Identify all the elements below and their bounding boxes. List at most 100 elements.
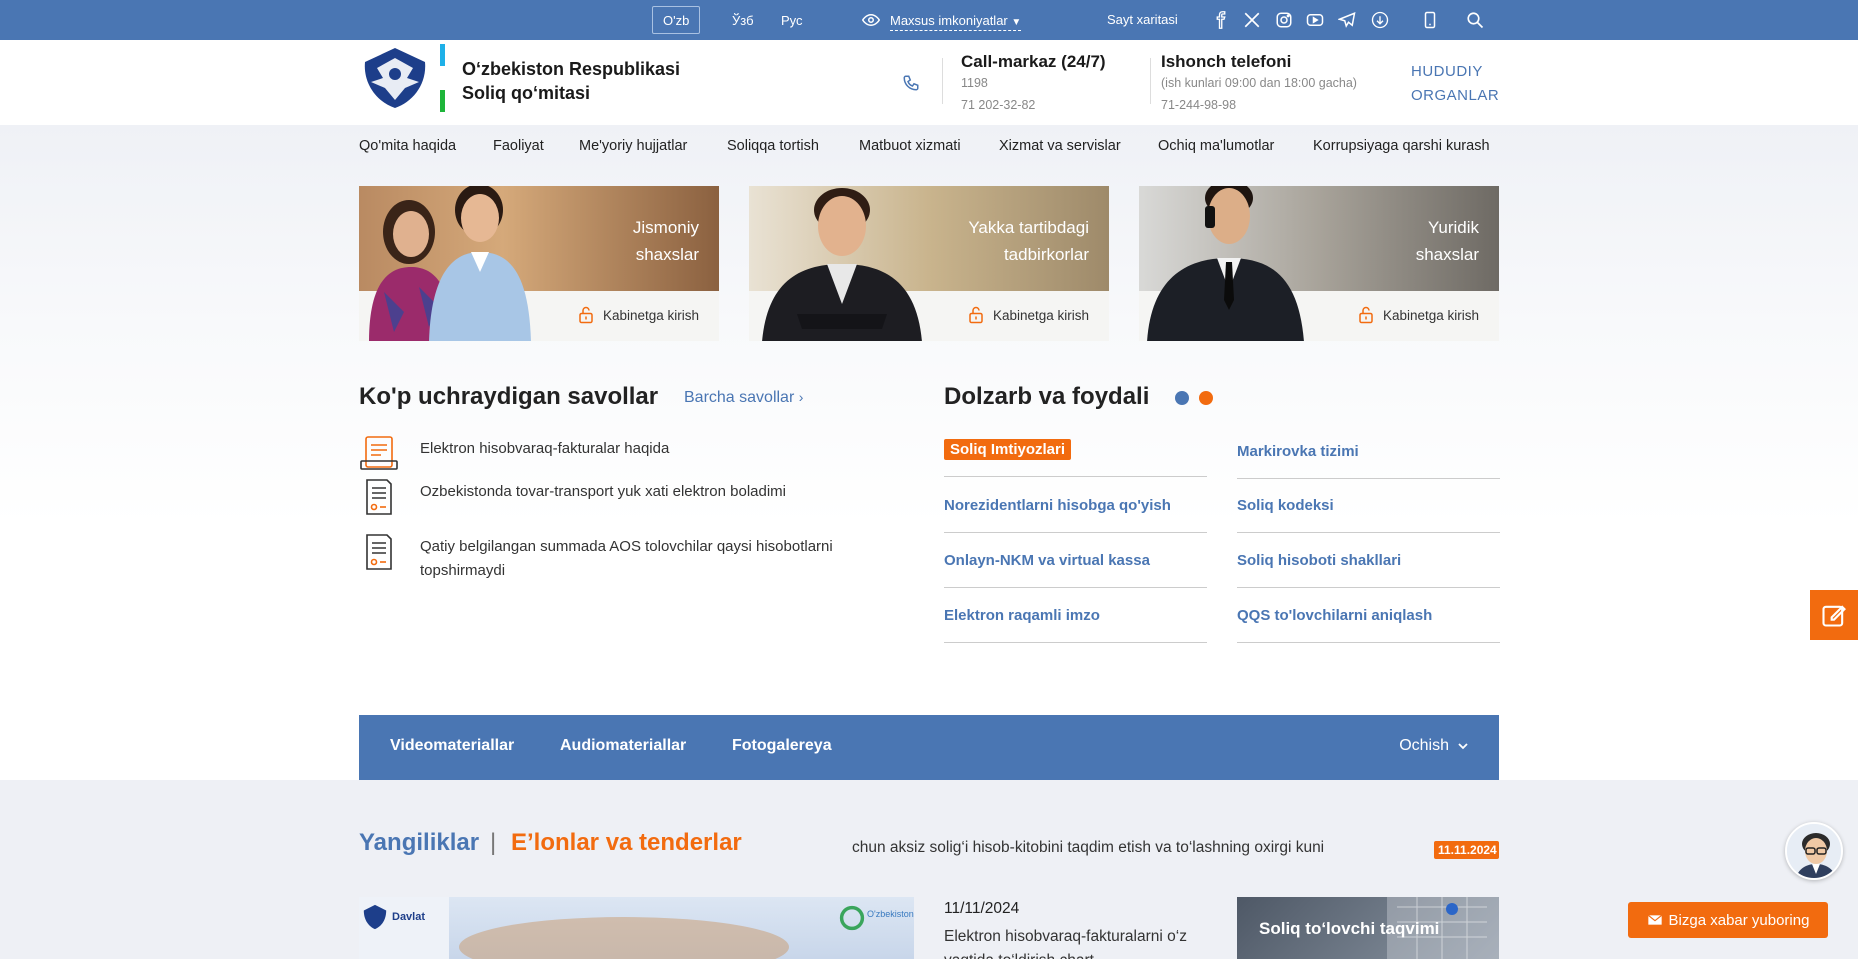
facebook-icon[interactable] <box>1211 10 1231 30</box>
useful-link-online-cash[interactable]: Onlayn-NKM va virtual kassa <box>944 552 1207 588</box>
nav-item-press[interactable]: Matbuot xizmati <box>859 138 961 154</box>
youtube-icon[interactable] <box>1305 10 1325 30</box>
accessibility-dropdown[interactable]: Maxsus imkoniyatlar ▼ <box>890 10 1022 31</box>
news-headline[interactable]: Elektron hisobvaraq-fakturalarni o‘z vaq… <box>944 925 1204 959</box>
x-icon[interactable] <box>1242 10 1262 30</box>
useful-link-e-signature[interactable]: Elektron raqamli imzo <box>944 607 1207 643</box>
news-date: 11/11/2024 <box>944 900 1020 917</box>
sitemap-link[interactable]: Sayt xaritasi <box>1107 0 1178 40</box>
person-image <box>757 186 927 341</box>
card-entrepreneurs[interactable]: Yakka tartibdagi tadbirkorlar Kabinetga … <box>749 186 1109 341</box>
document-icon <box>366 479 392 515</box>
call-center-short[interactable]: 1198 <box>961 76 988 90</box>
trust-phone-number[interactable]: 71-244-98-98 <box>1161 98 1236 112</box>
cabinet-login[interactable]: Kabinetga kirish <box>967 306 1089 324</box>
faq-item[interactable]: Ozbekistonda tovar-transport yuk xati el… <box>358 476 878 518</box>
useful-title: Dolzarb va foydali <box>944 383 1150 410</box>
card-legal-entities[interactable]: Yuridik shaxslar Kabinetga kirish <box>1139 186 1499 341</box>
emblem-logo[interactable] <box>357 44 433 110</box>
nav-item-committee[interactable]: Qo'mita haqida <box>359 138 456 154</box>
regional-organs-link[interactable]: HUDUDIY ORGANLAR <box>1411 60 1499 108</box>
card-caption: Jismoniy shaxslar <box>633 214 699 268</box>
media-open-toggle[interactable]: Ochish <box>1399 737 1469 755</box>
flag-stripe <box>440 44 445 112</box>
tab-announcements[interactable]: E’lonlar va tenderlar <box>511 829 742 857</box>
faq-text-line1: Ozbekistonda tovar-transport yuk xati el… <box>420 483 787 500</box>
media-tab-audio[interactable]: Audiomateriallar <box>560 737 686 755</box>
card-caption-line2: tadbirkorlar <box>1003 245 1089 264</box>
lock-icon <box>969 306 983 324</box>
chevron-right-icon: › <box>798 389 804 405</box>
federation-logo-icon <box>839 905 865 931</box>
faq-item[interactable]: Qatiy belgilangan summada AOS tolovchila… <box>358 531 878 583</box>
send-message-button[interactable]: Bizga xabar yuboring <box>1628 902 1828 938</box>
person-image <box>359 186 539 341</box>
lang-uz-latin[interactable]: O'zb <box>652 6 701 34</box>
tab-news[interactable]: Yangiliklar <box>359 829 479 857</box>
nav-item-services[interactable]: Xizmat va servislar <box>999 138 1121 154</box>
org-title[interactable]: O‘zbekiston Respublikasi Soliq qo‘mitasi <box>462 57 680 105</box>
useful-link-report-forms[interactable]: Soliq hisoboti shakllari <box>1237 552 1500 588</box>
lang-ru[interactable]: Рус <box>770 6 814 34</box>
card-caption-line1: Jismoniy <box>632 218 699 237</box>
send-message-label: Bizga xabar yuboring <box>1668 911 1810 929</box>
accessibility-label: Maxsus imkoniyatlar <box>890 13 1008 28</box>
org-title-line1: O‘zbekiston Respublikasi <box>462 59 681 79</box>
ok-icon[interactable] <box>1370 10 1390 30</box>
slider-dot-2[interactable] <box>1199 391 1213 405</box>
nav-item-anti-corruption[interactable]: Korrupsiyaga qarshi kurash <box>1313 138 1490 154</box>
mobile-icon[interactable] <box>1420 10 1440 30</box>
tab-separator: | <box>490 829 497 856</box>
call-center-phone[interactable]: 71 202-32-82 <box>961 98 1035 112</box>
call-center-title: Call-markaz (24/7) <box>961 52 1106 71</box>
see-all-questions-link[interactable]: Barcha savollar › <box>684 389 803 407</box>
cabinet-login[interactable]: Kabinetga kirish <box>577 306 699 324</box>
card-caption-line2: shaxslar <box>635 245 699 264</box>
chevron-down-icon: ▼ <box>1011 17 1022 28</box>
nav-item-open-data[interactable]: Ochiq ma'lumotlar <box>1158 138 1274 154</box>
slider-dot-1[interactable] <box>1175 391 1189 405</box>
useful-link-tax-code[interactable]: Soliq kodeksi <box>1237 497 1500 533</box>
useful-link-nonresidents[interactable]: Norezidentlarni hisobga qo'yish <box>944 497 1207 533</box>
document-icon <box>366 534 392 570</box>
trust-phone-title: Ishonch telefoni <box>1161 52 1292 71</box>
telegram-icon[interactable] <box>1337 10 1357 30</box>
media-tab-photo[interactable]: Fotogalereya <box>732 737 832 755</box>
divider <box>1150 58 1151 104</box>
news-image-logo-right-text: O'zbekiston <box>867 909 914 919</box>
nav-item-legal-docs[interactable]: Me'yoriy hujjatlar <box>579 138 687 154</box>
media-tab-video[interactable]: Videomateriallar <box>390 737 514 755</box>
faq-item[interactable]: Elektron hisobvaraq-fakturalar haqida <box>358 433 878 475</box>
eye-icon <box>861 10 881 30</box>
instagram-icon[interactable] <box>1274 10 1294 30</box>
useful-link-marking[interactable]: Markirovka tizimi <box>1237 443 1500 479</box>
useful-link-vat-payers[interactable]: QQS to'lovchilarni aniqlash <box>1237 607 1500 643</box>
faq-text-line2: topshirmaydi <box>420 562 506 579</box>
news-ticker[interactable]: chun aksiz solig‘i hisob-kitobini taqdim… <box>852 839 1352 857</box>
org-title-line2: Soliq qo‘mitasi <box>462 83 591 103</box>
ticker-text: chun aksiz solig‘i hisob-kitobini taqdim… <box>852 839 1325 856</box>
trust-phone-hours: (ish kunlari 09:00 dan 18:00 gacha) <box>1161 76 1357 90</box>
nav-item-activity[interactable]: Faoliyat <box>493 138 544 154</box>
card-individuals[interactable]: Jismoniy shaxslar Kabinetga kirish <box>359 186 719 341</box>
card-caption-line1: Yakka tartibdagi <box>968 218 1089 237</box>
cabinet-label: Kabinetga kirish <box>992 307 1089 323</box>
media-open-label: Ochish <box>1399 737 1449 754</box>
chat-assistant-avatar[interactable] <box>1785 822 1843 880</box>
feedback-side-button[interactable] <box>1810 590 1858 640</box>
faq-title: Ko'p uchraydigan savollar <box>359 383 659 410</box>
news-image[interactable]: Davlat O'zbekiston <box>359 897 914 959</box>
media-bar: Videomateriallar Audiomateriallar Fotoga… <box>359 715 1499 780</box>
search-icon[interactable] <box>1465 10 1485 30</box>
useful-link-tax-benefits[interactable]: Soliq Imtiyozlari <box>944 439 1207 477</box>
faq-text-line1: Qatiy belgilangan summada AOS tolovchila… <box>420 538 833 555</box>
chevron-down-icon <box>1458 743 1468 750</box>
cabinet-login[interactable]: Kabinetga kirish <box>1357 306 1479 324</box>
news-image-people <box>459 917 789 959</box>
card-caption: Yuridik shaxslar <box>1416 214 1479 268</box>
faq-text-line1: Elektron hisobvaraq-fakturalar haqida <box>420 440 670 457</box>
lang-uz-cyrillic[interactable]: Ўзб <box>721 6 765 34</box>
tax-calendar-card[interactable]: Soliq to‘lovchi taqvimi <box>1237 897 1499 959</box>
card-caption-line2: shaxslar <box>1415 245 1479 264</box>
nav-item-taxation[interactable]: Soliqqa tortish <box>727 138 819 154</box>
